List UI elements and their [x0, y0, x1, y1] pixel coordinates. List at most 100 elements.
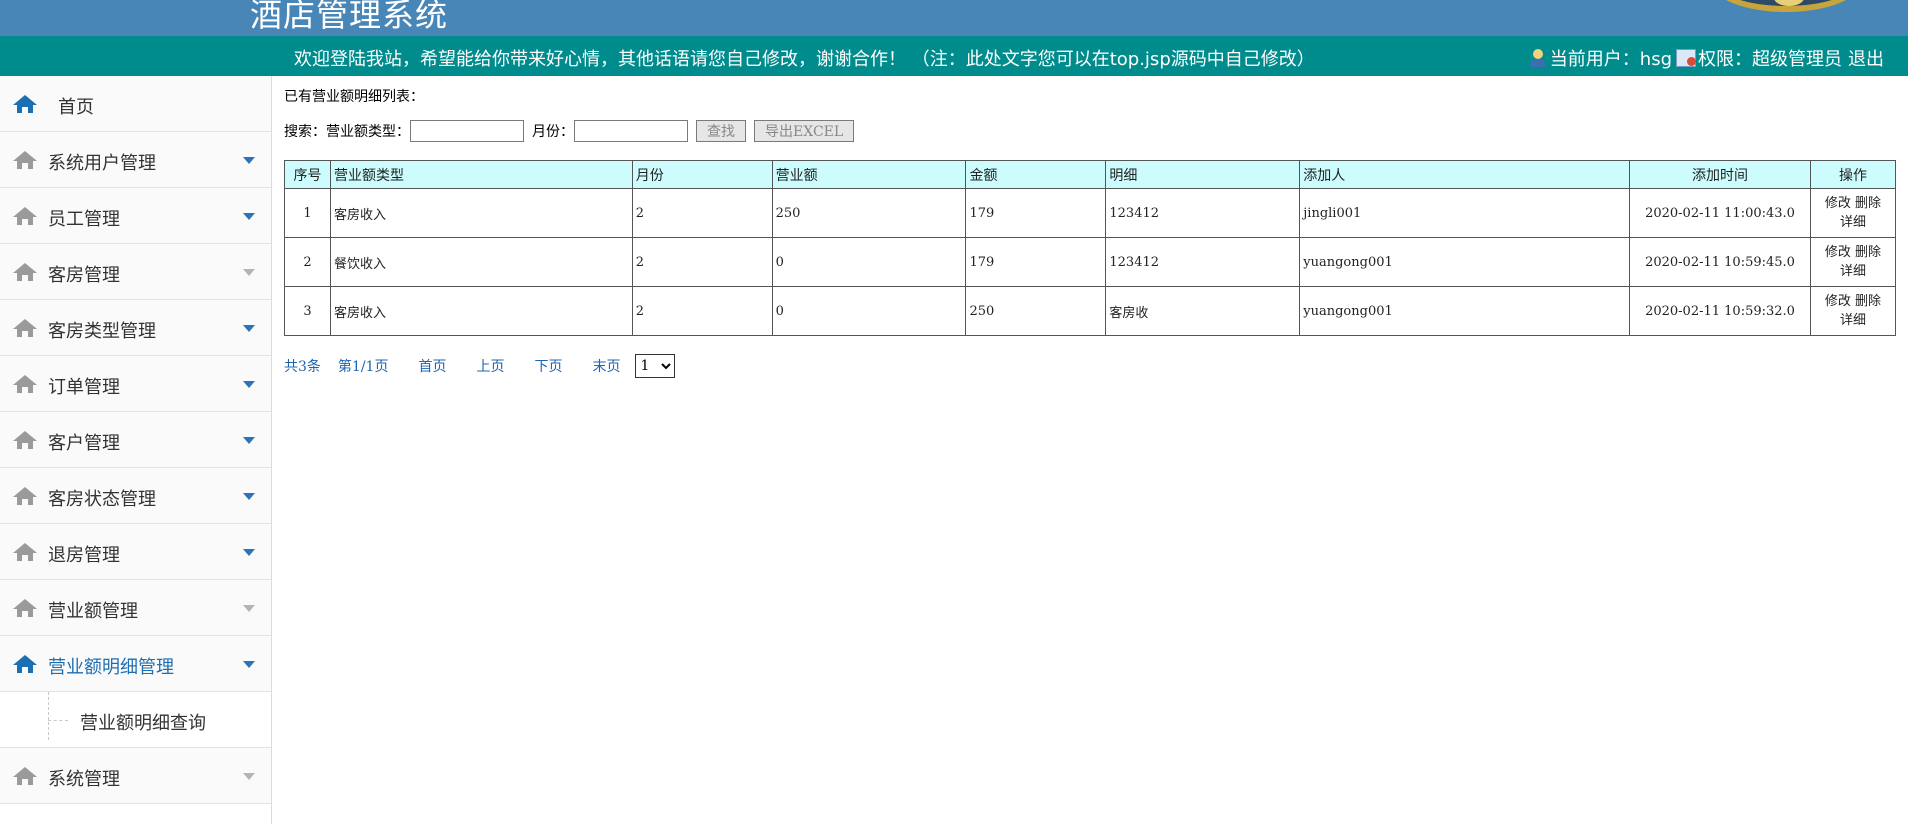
sidebar: 首页 系统用户管理 员工管理 客房管理 客房类型管理 订单管理 客户管理 客房状…: [0, 76, 272, 824]
chevron-down-icon: [243, 213, 255, 220]
sidebar-item-home[interactable]: 首页: [0, 76, 271, 132]
detail-link[interactable]: 详细: [1840, 213, 1866, 232]
sidebar-item-label: 客户管理: [48, 433, 120, 454]
chevron-down-icon: [243, 773, 255, 780]
cell-month: 2: [631, 237, 773, 287]
cell-revenue: 0: [771, 286, 967, 336]
column-header: 添加人: [1299, 160, 1631, 189]
last-page-link[interactable]: 末页: [592, 356, 620, 376]
cell-added-time: 2020-02-11 10:59:45.0: [1629, 237, 1811, 287]
sidebar-item-revenue[interactable]: 营业额管理: [0, 580, 271, 636]
sidebar-item-label: 系统管理: [48, 769, 120, 790]
home-icon: [13, 487, 37, 505]
column-header: 添加时间: [1629, 160, 1811, 189]
cell-amount: 179: [965, 237, 1107, 287]
sidebar-item-customers[interactable]: 客户管理: [0, 412, 271, 468]
cell-actions: 修改 删除 详细: [1809, 286, 1897, 336]
revenue-detail-table: 序号 营业额类型 月份 营业额 金额 明细 添加人 添加时间 操作 1 客房收入…: [284, 160, 1897, 336]
chevron-down-icon: [243, 437, 255, 444]
sidebar-item-system[interactable]: 系统管理: [0, 748, 271, 804]
table-header-row: 序号 营业额类型 月份 营业额 金额 明细 添加人 添加时间 操作: [284, 160, 1897, 189]
export-excel-button[interactable]: 导出EXCEL: [754, 120, 855, 142]
sidebar-item-revenue-detail[interactable]: 营业额明细管理: [0, 636, 271, 692]
column-header: 金额: [965, 160, 1107, 189]
detail-link[interactable]: 详细: [1840, 311, 1866, 330]
cell-added-by: jingli001: [1299, 188, 1631, 238]
page-select[interactable]: 1: [635, 354, 676, 378]
table-row: 3 客房收入 2 0 250 客房收 yuangong001 2020-02-1…: [284, 286, 1897, 336]
home-icon: [13, 767, 37, 785]
edit-link[interactable]: 修改: [1825, 194, 1851, 213]
revenue-type-input[interactable]: [410, 120, 524, 142]
page-indicator: 第1/1页: [337, 359, 389, 375]
cell-amount: 179: [965, 188, 1107, 238]
edit-link[interactable]: 修改: [1825, 292, 1851, 311]
home-icon: [13, 543, 37, 561]
cell-month: 2: [631, 286, 773, 336]
cell-revenue: 0: [771, 237, 967, 287]
delete-link[interactable]: 删除: [1855, 243, 1881, 262]
app-title: 酒店管理系统: [250, 0, 449, 34]
home-icon: [13, 599, 37, 617]
cell-index: 3: [284, 286, 331, 336]
permission-level: 权限：超级管理员: [1698, 49, 1842, 70]
chevron-down-icon: [243, 549, 255, 556]
column-header: 营业额类型: [329, 160, 633, 189]
welcome-text: 欢迎登陆我站，希望能给你带来好心情，其他话语请您自己修改，谢谢合作！ （注：此处…: [294, 49, 1315, 70]
cell-added-time: 2020-02-11 10:59:32.0: [1629, 286, 1811, 336]
detail-link[interactable]: 详细: [1840, 262, 1866, 281]
first-page-link[interactable]: 首页: [418, 356, 446, 376]
cell-index: 2: [284, 237, 331, 287]
user-icon: [1528, 49, 1548, 67]
sidebar-item-label: 系统用户管理: [48, 153, 156, 174]
total-count: 共3条: [284, 359, 321, 375]
cell-added-by: yuangong001: [1299, 237, 1631, 287]
home-icon: [13, 95, 37, 113]
month-input[interactable]: [574, 120, 688, 142]
table-row: 1 客房收入 2 250 179 123412 jingli001 2020-0…: [284, 188, 1897, 238]
cell-detail: 123412: [1105, 237, 1301, 287]
delete-link[interactable]: 删除: [1855, 194, 1881, 213]
logout-link[interactable]: 退出: [1848, 45, 1884, 71]
sidebar-item-room-status[interactable]: 客房状态管理: [0, 468, 271, 524]
sidebar-item-orders[interactable]: 订单管理: [0, 356, 271, 412]
search-bar: 搜索：营业额类型： 月份： 查找 导出EXCEL: [284, 118, 862, 144]
month-label: 月份：: [532, 124, 574, 140]
chevron-down-icon: [243, 325, 255, 332]
column-header: 明细: [1105, 160, 1301, 189]
sidebar-subitem-revenue-detail-query[interactable]: 营业额明细查询: [0, 692, 271, 748]
sidebar-item-staff[interactable]: 员工管理: [0, 188, 271, 244]
cell-detail: 客房收: [1105, 286, 1301, 336]
sidebar-item-system-users[interactable]: 系统用户管理: [0, 132, 271, 188]
home-icon: [13, 655, 37, 673]
chevron-down-icon: [243, 381, 255, 388]
sidebar-item-label: 营业额明细管理: [48, 657, 174, 678]
edit-link[interactable]: 修改: [1825, 243, 1851, 262]
chevron-down-icon: [243, 605, 255, 612]
next-page-link[interactable]: 下页: [534, 356, 562, 376]
tree-line: [48, 720, 68, 721]
permission-icon: [1676, 49, 1696, 67]
pagination: 共3条 第1/1页 首页 上页 下页 末页 1: [284, 354, 676, 378]
cell-revenue-type: 餐饮收入: [329, 237, 633, 287]
home-icon: [13, 375, 37, 393]
column-header: 营业额: [771, 160, 967, 189]
logo-emblem: [1712, 0, 1860, 12]
sidebar-subitem-label[interactable]: 营业额明细查询: [80, 709, 206, 735]
sidebar-item-room-types[interactable]: 客房类型管理: [0, 300, 271, 356]
search-type-label: 搜索：营业额类型：: [284, 124, 410, 140]
prev-page-link[interactable]: 上页: [476, 356, 504, 376]
cell-revenue: 250: [771, 188, 967, 238]
sidebar-item-rooms[interactable]: 客房管理: [0, 244, 271, 300]
sidebar-item-label: 员工管理: [48, 209, 120, 230]
delete-link[interactable]: 删除: [1855, 292, 1881, 311]
sidebar-item-label: 客房管理: [48, 265, 120, 286]
home-icon: [13, 431, 37, 449]
home-icon: [13, 319, 37, 337]
sidebar-item-checkout[interactable]: 退房管理: [0, 524, 271, 580]
search-button[interactable]: 查找: [696, 120, 746, 142]
cell-added-time: 2020-02-11 11:00:43.0: [1629, 188, 1811, 238]
sidebar-item-label: 退房管理: [48, 545, 120, 566]
table-row: 2 餐饮收入 2 0 179 123412 yuangong001 2020-0…: [284, 237, 1897, 287]
welcome-bar: 欢迎登陆我站，希望能给你带来好心情，其他话语请您自己修改，谢谢合作！ （注：此处…: [0, 36, 1908, 76]
